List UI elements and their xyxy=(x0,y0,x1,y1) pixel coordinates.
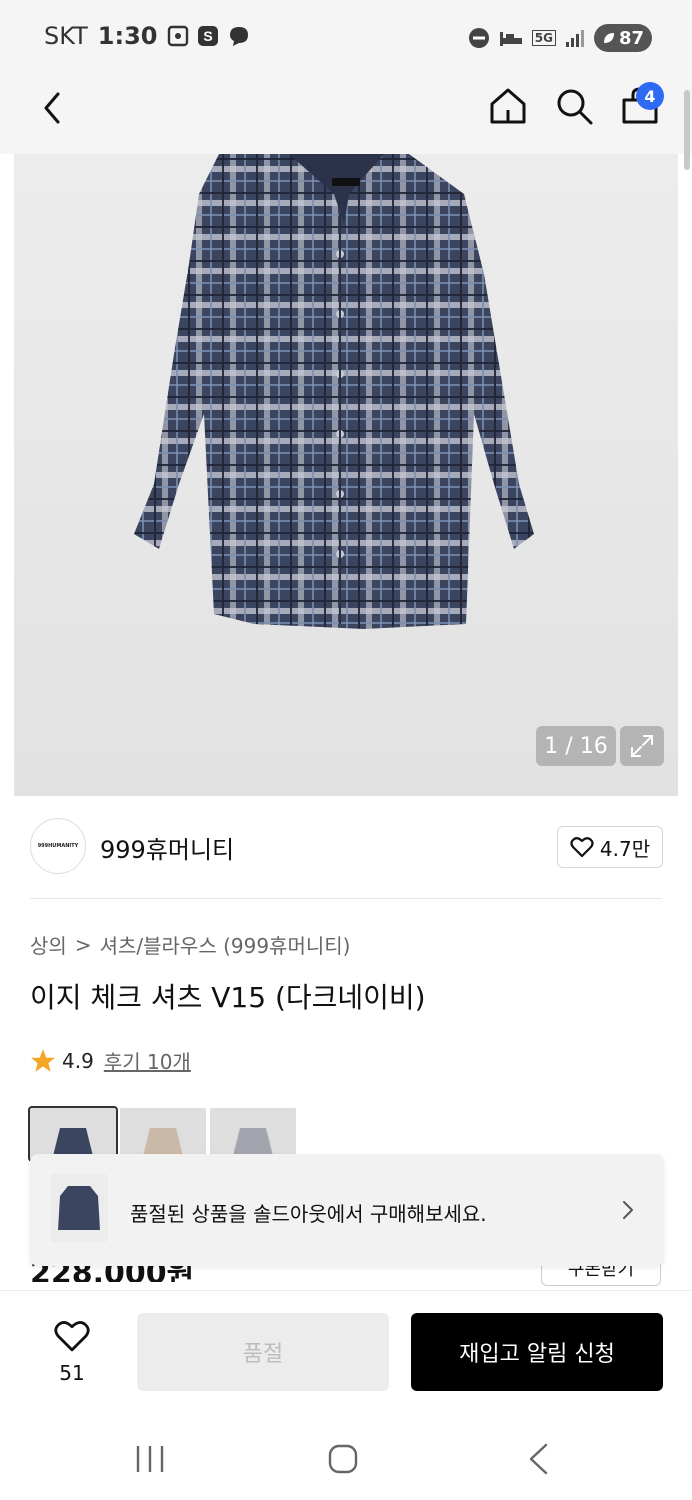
status-right: 5G 87 xyxy=(468,24,652,52)
signal-icon xyxy=(565,30,584,47)
color-option-navy[interactable] xyxy=(28,1106,118,1162)
back-arrow-icon[interactable] xyxy=(34,88,74,128)
scroll-indicator xyxy=(684,90,690,170)
product-title: 이지 체크 셔츠 V15 (다크네이비) xyxy=(30,981,426,1014)
breadcrumb: 상의 > 셔츠/블라우스 (999휴머니티) xyxy=(30,930,350,959)
notification-icons: S xyxy=(167,25,251,47)
svg-text:S: S xyxy=(204,28,213,44)
expand-icon xyxy=(631,735,653,757)
battery-level: 87 xyxy=(618,27,644,49)
soldout-button: 품절 xyxy=(137,1313,389,1391)
section-divider xyxy=(30,898,662,899)
thumb-shirt-navy xyxy=(30,1108,116,1160)
expand-image-button[interactable] xyxy=(620,726,664,766)
product-image-gallery[interactable] xyxy=(14,154,678,796)
breadcrumb-separator: > xyxy=(74,932,92,957)
banner-shirt-image xyxy=(50,1174,108,1242)
battery-leaf-icon xyxy=(603,33,614,43)
system-navigation-bar xyxy=(0,1414,692,1500)
heart-icon xyxy=(54,1321,90,1352)
brand-like-count: 4.7만 xyxy=(599,836,651,861)
brand-logo[interactable]: 999HUMANITY xyxy=(30,818,86,874)
carrier-label: SKT xyxy=(44,22,88,50)
restock-alert-button[interactable]: 재입고 알림 신청 xyxy=(411,1313,663,1391)
thumb-shirt-grey xyxy=(210,1108,296,1160)
image-page-indicator: 1 / 16 xyxy=(536,726,616,766)
sleep-icon xyxy=(499,32,522,46)
brand-name-link[interactable]: 999휴머니티 xyxy=(100,830,234,865)
heart-outline-icon xyxy=(570,837,594,858)
rating-score: 4.9 xyxy=(62,1048,94,1073)
rating-row: 4.9 후기 10개 xyxy=(30,1046,191,1075)
star-icon xyxy=(31,1048,55,1072)
banner-message: 품절된 상품을 솔드아웃에서 구매해보세요. xyxy=(130,1202,487,1226)
breadcrumb-category[interactable]: 상의 xyxy=(30,930,67,959)
banner-thumbnail xyxy=(50,1174,108,1242)
cart-count-badge: 4 xyxy=(636,82,664,110)
bottom-action-bar: 51 품절 재입고 알림 신청 xyxy=(0,1290,692,1414)
network-type: 5G xyxy=(531,30,556,46)
color-option-grey[interactable] xyxy=(210,1108,296,1160)
home-nav-icon[interactable] xyxy=(328,1444,358,1474)
brand-like-button[interactable]: 4.7만 xyxy=(557,826,663,868)
chat-icon xyxy=(230,27,249,46)
color-options xyxy=(28,1106,296,1162)
back-nav-icon[interactable] xyxy=(526,1442,550,1476)
reviews-link[interactable]: 후기 10개 xyxy=(104,1046,191,1075)
search-icon[interactable] xyxy=(554,86,594,126)
screenshot-icon xyxy=(168,25,189,47)
soldout-promo-banner[interactable]: 품절된 상품을 솔드아웃에서 구매해보세요. xyxy=(30,1154,664,1266)
color-option-beige[interactable] xyxy=(120,1108,206,1160)
recent-apps-icon[interactable] xyxy=(134,1444,166,1474)
samsung-pay-icon: S xyxy=(198,26,219,46)
breadcrumb-subcategory[interactable]: 셔츠/블라우스 (999휴머니티) xyxy=(100,930,351,959)
brand-logo-text: 999HUMANITY xyxy=(37,843,79,849)
clock: 1:30 xyxy=(97,22,158,50)
wishlist-count: 51 xyxy=(59,1361,85,1385)
home-icon[interactable] xyxy=(488,86,528,126)
thumb-shirt-beige xyxy=(120,1108,206,1160)
top-app-bar: 4 xyxy=(0,76,692,154)
wishlist-button[interactable]: 51 xyxy=(44,1319,100,1385)
chevron-right-icon xyxy=(623,1201,633,1219)
battery-indicator: 87 xyxy=(593,24,652,52)
status-left: SKT 1:30 S xyxy=(44,22,251,50)
status-bar: SKT 1:30 S 5G 87 xyxy=(0,0,692,76)
dnd-icon xyxy=(468,28,489,48)
product-photo-shirt xyxy=(134,154,534,629)
